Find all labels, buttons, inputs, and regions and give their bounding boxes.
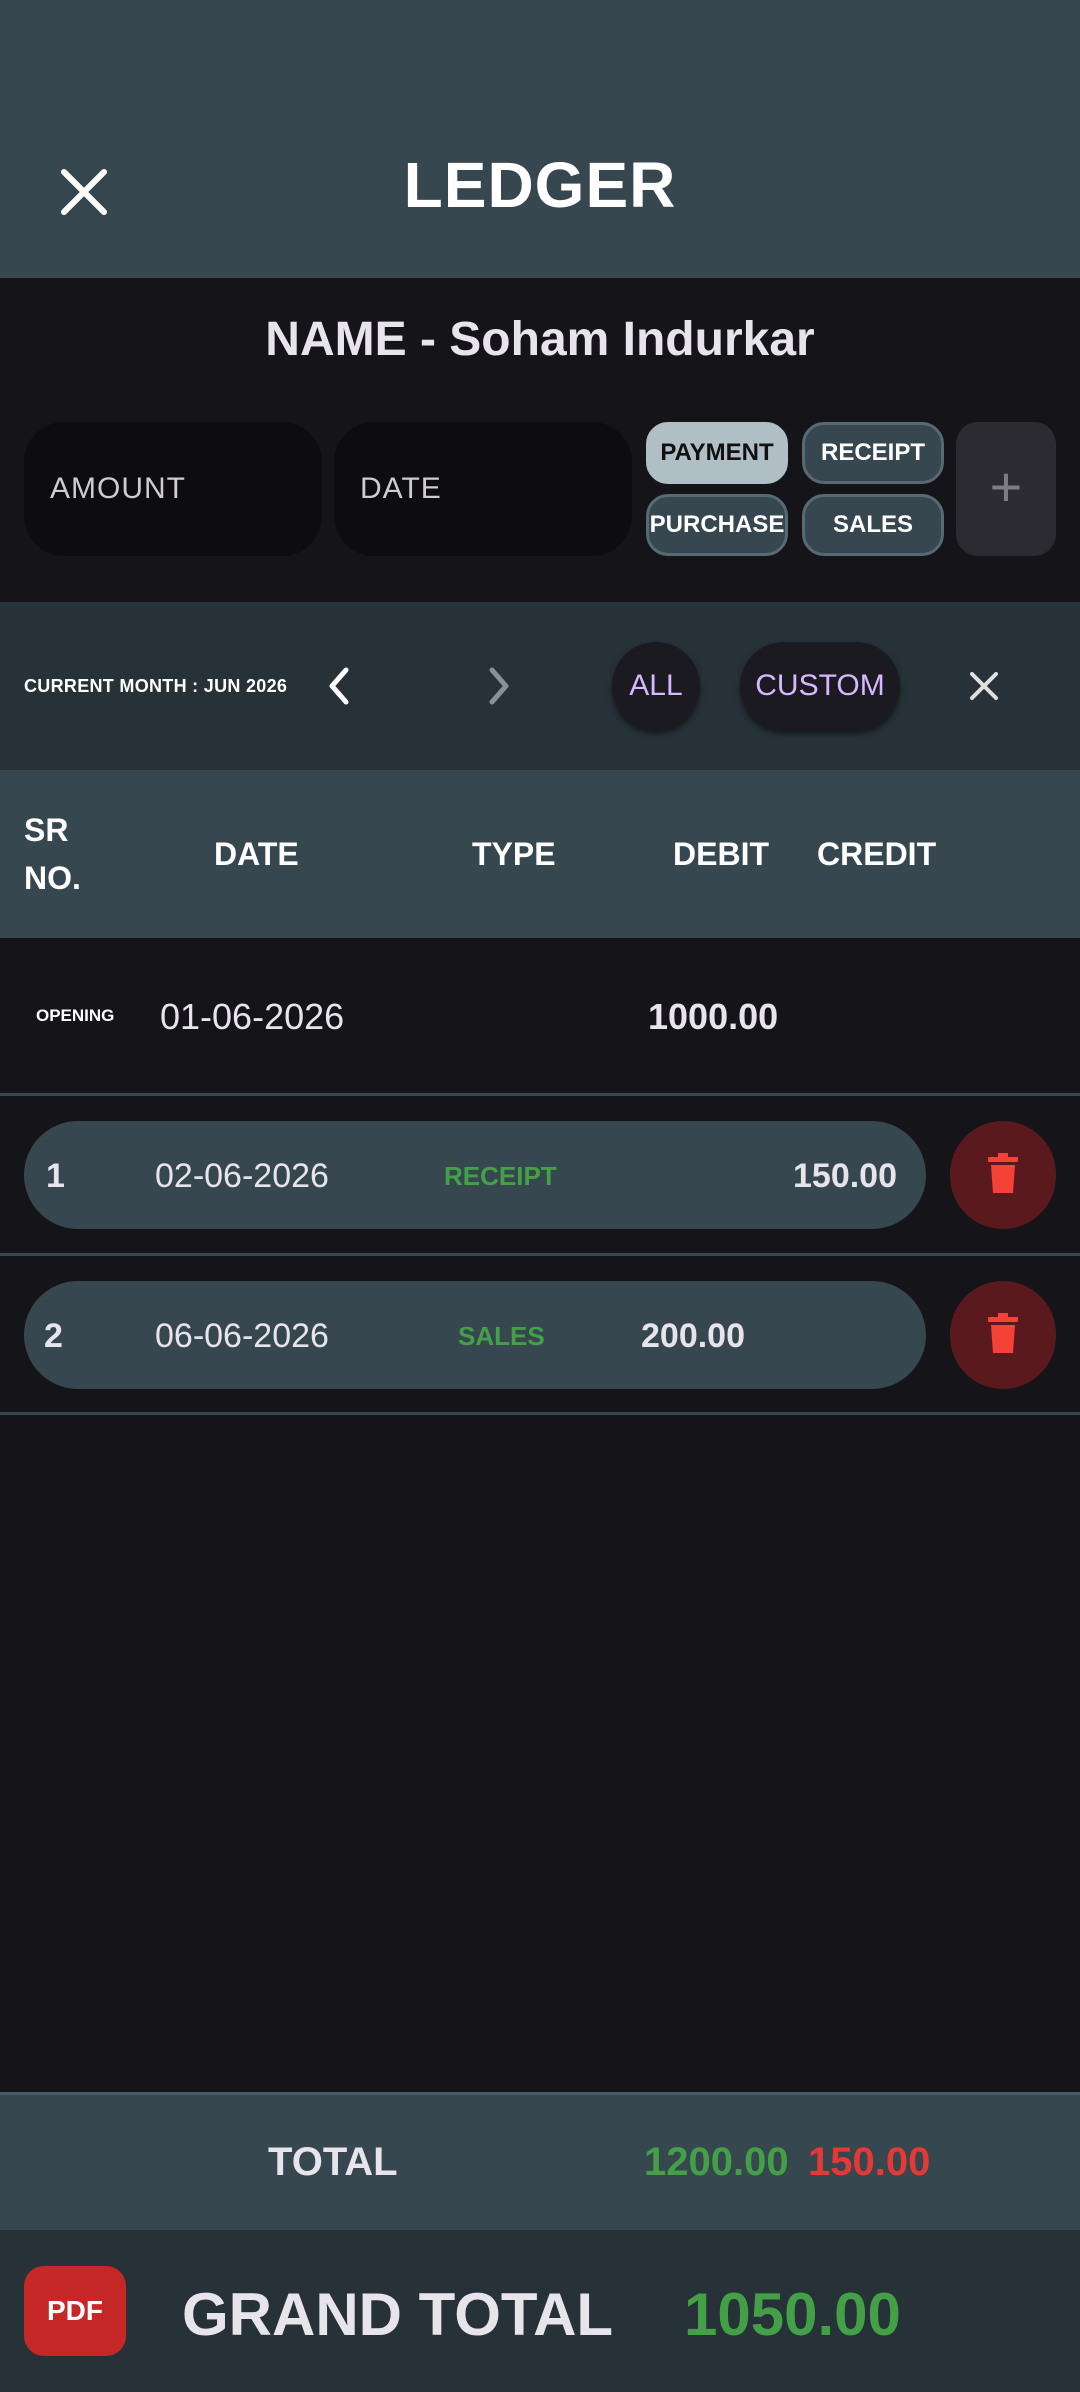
row-divider [0, 1253, 1080, 1256]
amount-input[interactable]: AMOUNT [24, 422, 322, 556]
row-date: 02-06-2026 [155, 1157, 329, 1195]
grand-total-value: 1050.00 [684, 2281, 901, 2348]
clear-filter-icon[interactable] [966, 666, 1002, 706]
chevron-left-icon[interactable] [322, 664, 358, 708]
party-name: NAME - Soham Indurkar [265, 313, 815, 366]
chevron-right-icon[interactable] [480, 664, 516, 708]
trash-icon [988, 1313, 1018, 1353]
opening-debit: 1000.00 [648, 996, 779, 1037]
row-sr: 2 [44, 1317, 63, 1355]
chip-payment[interactable]: PAYMENT [646, 422, 788, 517]
row-type: RECEIPT [444, 1161, 557, 1191]
grand-total-label: GRAND TOTAL [182, 2281, 614, 2348]
row-date: 06-06-2026 [155, 1317, 329, 1355]
chip-payment-label: PAYMENT [660, 439, 774, 466]
header-sr-line2: NO. [24, 860, 81, 896]
total-credit: 150.00 [808, 2140, 931, 2184]
row-sr: 1 [46, 1157, 65, 1195]
current-month-label: CURRENT MONTH : JUN 2026 [24, 676, 288, 696]
row-credit: 150.00 [793, 1157, 897, 1195]
row-debit: 200.00 [641, 1317, 745, 1355]
chip-receipt[interactable]: RECEIPT [802, 422, 944, 484]
delete-button[interactable] [950, 1121, 1056, 1229]
add-entry-button[interactable]: + [956, 422, 1056, 556]
row-type: SALES [458, 1321, 545, 1351]
header-sr-line1: SR [24, 812, 69, 848]
opening-label: OPENING [36, 1006, 115, 1025]
page-title: LEDGER [403, 149, 677, 221]
total-label: TOTAL [268, 2140, 398, 2184]
app-bar [0, 0, 1080, 278]
date-input[interactable]: DATE [334, 422, 632, 556]
opening-date: 01-06-2026 [160, 996, 345, 1037]
pdf-button[interactable]: PDF [24, 2266, 126, 2356]
row-divider [0, 1412, 1080, 1415]
trash-icon [988, 1153, 1018, 1193]
filter-all-button[interactable]: ALL [612, 642, 700, 730]
header-date: DATE [214, 836, 299, 872]
header-type: TYPE [472, 836, 556, 872]
delete-button[interactable] [950, 1281, 1056, 1389]
header-credit: CREDIT [817, 836, 937, 872]
chip-sales[interactable]: SALES [802, 494, 944, 556]
chip-purchase[interactable]: PURCHASE [646, 494, 788, 556]
row-divider [0, 1093, 1080, 1096]
total-debit: 1200.00 [644, 2140, 789, 2184]
header-debit: DEBIT [673, 836, 769, 872]
filter-custom-button[interactable]: CUSTOM [740, 642, 900, 730]
